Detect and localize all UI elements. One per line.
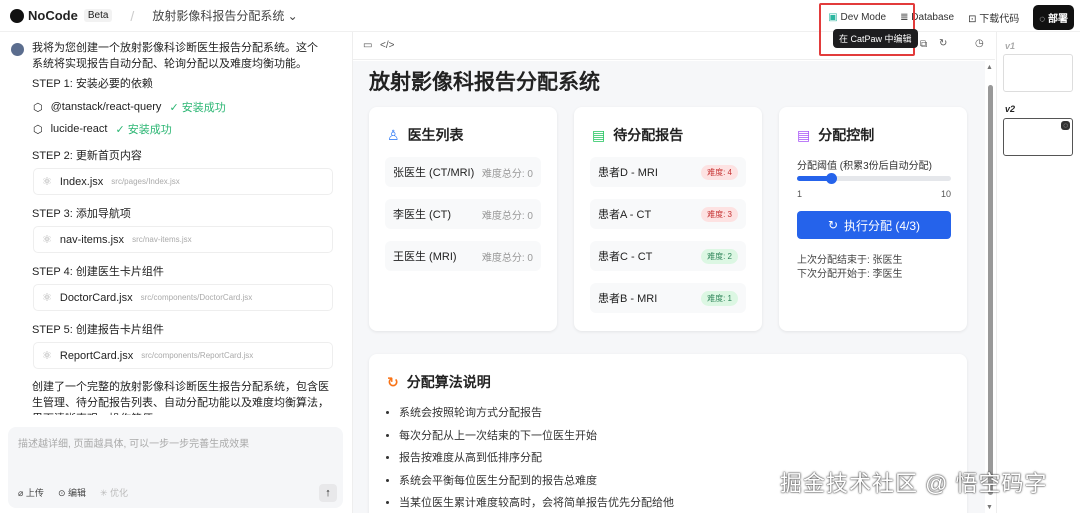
package-icon: ⬡ bbox=[33, 101, 43, 114]
chevron-down-icon: ⌄ bbox=[287, 9, 298, 23]
report-row: 患者A - CT 难度: 3 bbox=[590, 199, 746, 229]
prompt-placeholder: 描述越详细, 页面越具体, 可以一步一步完善生成效果 bbox=[18, 439, 250, 450]
file-item[interactable]: ⚛ nav-items.jsx src/nav-items.jsx bbox=[33, 226, 333, 253]
doctor-list-card: ♙ 医生列表 张医生 (CT/MRI) 难度总分: 0 李医生 (CT) 难度总分: … bbox=[369, 107, 557, 331]
pending-reports-card: ▤ 待分配报告 患者D - MRI 难度: 4 患者A - CT 难度: 3 患者C … bbox=[574, 107, 762, 331]
deploy-label: 部署 bbox=[1048, 14, 1068, 25]
status-success: ✓ 安装成功 bbox=[169, 102, 226, 114]
preview-scrollbar[interactable]: ▲ ▼ bbox=[985, 61, 995, 513]
deploy-icon: ◌ bbox=[1061, 121, 1070, 130]
nocode-logo-icon bbox=[10, 8, 24, 23]
preview-area: 放射影像科报告分配系统 ♙ 医生列表 张医生 (CT/MRI) 难度总分: 0 李医… bbox=[353, 61, 985, 513]
doctor-row: 张医生 (CT/MRI) 难度总分: 0 bbox=[385, 157, 541, 187]
algorithm-item: 当某位医生累计难度较高时，会将简单报告优先分配给他 bbox=[399, 492, 674, 513]
brand: NoCode bbox=[28, 8, 78, 23]
assistant-avatar bbox=[11, 43, 24, 56]
report-row: 患者B - MRI 难度: 1 bbox=[590, 283, 746, 313]
dependency-name: @tanstack/react-query bbox=[50, 101, 162, 113]
react-icon: ⚛ bbox=[42, 176, 52, 188]
step-title: STEP 5: 创建报告卡片组件 bbox=[32, 324, 164, 336]
project-name: 放射影像科报告分配系统 bbox=[152, 9, 285, 23]
slider-min: 1 bbox=[797, 189, 803, 199]
chat-panel: 我将为您创建一个放射影像科诊断医生报告分配系统。这个系统将实现报告自动分配、轮询… bbox=[0, 33, 352, 513]
deploy-button[interactable]: ◌ 部署 bbox=[1033, 5, 1074, 30]
algorithm-item: 系统会平衡每位医生分配到的报告总难度 bbox=[399, 470, 674, 493]
algorithm-item: 报告按难度从高到低排序分配 bbox=[399, 447, 674, 470]
last-allocation-end: 上次分配结束于: 张医生 bbox=[797, 255, 903, 266]
download-code-button[interactable]: ⊡ 下载代码 bbox=[968, 10, 1019, 25]
database-button[interactable]: ≣ Database bbox=[900, 12, 954, 23]
react-icon: ⚛ bbox=[42, 234, 52, 246]
card-title: 医生列表 bbox=[407, 127, 464, 143]
algorithm-item: 每次分配从上一次结束的下一位医生开始 bbox=[399, 425, 674, 448]
version-label: v2 bbox=[1005, 104, 1016, 114]
slider-thumb[interactable] bbox=[826, 173, 838, 184]
next-allocation-start: 下次分配开始于: 李医生 bbox=[797, 269, 903, 280]
step-title: STEP 3: 添加导航项 bbox=[32, 208, 131, 220]
react-icon: ⚛ bbox=[42, 292, 52, 304]
top-bar: NoCode Beta / 放射影像科报告分配系统 ⌄ ▣ Dev Mode ≣… bbox=[0, 0, 1080, 32]
summary-message: 创建了一个完整的放射影像科诊断医生报告分配系统，包含医生管理、待分配报告列表、自… bbox=[32, 381, 329, 415]
separator: / bbox=[130, 7, 135, 24]
file-item[interactable]: ⚛ ReportCard.jsx src/components/ReportCard… bbox=[33, 342, 333, 369]
user-icon: ♙ bbox=[387, 126, 400, 143]
algorithm-item: 系统会按照轮询方式分配报告 bbox=[399, 402, 674, 425]
refresh-icon[interactable]: ↻ bbox=[939, 38, 947, 49]
threshold-label: 分配阈值 (积累3份后自动分配) bbox=[797, 161, 932, 172]
status-success: ✓ 安装成功 bbox=[115, 124, 172, 136]
clipboard-icon: ▤ bbox=[592, 126, 606, 143]
allocation-control-card: ▤ 分配控制 分配阈值 (积累3份后自动分配) 1 10 ↻ 执行分配 (4/3) … bbox=[779, 107, 967, 331]
package-icon: ⬡ bbox=[33, 123, 43, 136]
card-title: 分配算法说明 bbox=[406, 374, 491, 390]
doctor-row: 王医生 (MRI) 难度总分: 0 bbox=[385, 241, 541, 271]
send-button[interactable]: ↑ bbox=[319, 484, 337, 502]
catpaw-tooltip: 在 CatPaw 中编辑 bbox=[833, 29, 918, 48]
preview-tab-icon[interactable]: ▭ bbox=[363, 40, 372, 51]
run-allocation-button[interactable]: ↻ 执行分配 (4/3) bbox=[797, 211, 951, 239]
database-icon: ≣ bbox=[900, 12, 909, 23]
slider-max: 10 bbox=[940, 189, 951, 199]
database-label: Database bbox=[911, 12, 955, 23]
step-title: STEP 2: 更新首页内容 bbox=[32, 150, 142, 162]
terminal-icon: ⊡ bbox=[968, 14, 977, 25]
optimize-button[interactable]: ✳ 优化 bbox=[100, 486, 128, 499]
version-thumbnail[interactable] bbox=[1003, 54, 1073, 92]
version-label: v1 bbox=[1005, 41, 1016, 51]
step-title: STEP 4: 创建医生卡片组件 bbox=[32, 266, 164, 278]
refresh-icon: ↻ bbox=[827, 218, 839, 232]
beta-badge: Beta bbox=[83, 9, 113, 22]
card-title: 分配控制 bbox=[818, 127, 875, 143]
dev-mode-button[interactable]: ▣ Dev Mode bbox=[828, 12, 886, 23]
page-title: 放射影像科报告分配系统 bbox=[369, 71, 600, 94]
refresh-icon: ↻ bbox=[387, 373, 399, 390]
dev-mode-label: Dev Mode bbox=[840, 12, 887, 23]
watermark: 掘金技术社区 @ 悟空码字 bbox=[780, 471, 1048, 496]
dependency-item: ⬡ @tanstack/react-query ✓ 安装成功 bbox=[33, 99, 226, 115]
report-row: 患者D - MRI 难度: 4 bbox=[590, 157, 746, 187]
algorithm-list: 系统会按照轮询方式分配报告每次分配从上一次结束的下一位医生开始报告按难度从高到低… bbox=[399, 402, 674, 513]
file-item[interactable]: ⚛ Index.jsx src/pages/Index.jsx bbox=[33, 168, 333, 195]
code-tab-icon[interactable]: </> bbox=[380, 40, 394, 51]
copy-icon[interactable]: ⧉ bbox=[920, 39, 927, 50]
versions-panel: v1 v2 ◌ bbox=[996, 32, 1080, 513]
card-title: 待分配报告 bbox=[613, 127, 684, 143]
dependency-item: ⬡ lucide-react ✓ 安装成功 bbox=[33, 121, 172, 137]
version-thumbnail-active[interactable]: ◌ bbox=[1003, 118, 1073, 156]
step-1-title: STEP 1: 安装必要的依赖 bbox=[32, 78, 153, 90]
history-icon[interactable]: ◷ bbox=[975, 38, 984, 49]
upload-button[interactable]: ⌀ 上传 bbox=[18, 486, 44, 499]
dependency-name: lucide-react bbox=[50, 123, 108, 135]
threshold-slider[interactable] bbox=[797, 173, 951, 184]
report-row: 患者C - CT 难度: 2 bbox=[590, 241, 746, 271]
project-selector[interactable]: 放射影像科报告分配系统 ⌄ bbox=[152, 7, 297, 24]
doctor-row: 李医生 (CT) 难度总分: 0 bbox=[385, 199, 541, 229]
file-text-icon: ▤ bbox=[797, 126, 811, 143]
download-label: 下载代码 bbox=[979, 14, 1020, 25]
catpaw-icon: ▣ bbox=[828, 12, 838, 23]
prompt-input[interactable]: 描述越详细, 页面越具体, 可以一步一步完善生成效果 ⌀ 上传 ⊙ 编辑 ✳ 优… bbox=[8, 427, 343, 508]
file-item[interactable]: ⚛ DoctorCard.jsx src/components/DoctorCard… bbox=[33, 284, 333, 311]
edit-button[interactable]: ⊙ 编辑 bbox=[58, 486, 86, 499]
intro-message: 我将为您创建一个放射影像科诊断医生报告分配系统。这个系统将实现报告自动分配、轮询… bbox=[32, 42, 318, 70]
react-icon: ⚛ bbox=[42, 350, 52, 362]
